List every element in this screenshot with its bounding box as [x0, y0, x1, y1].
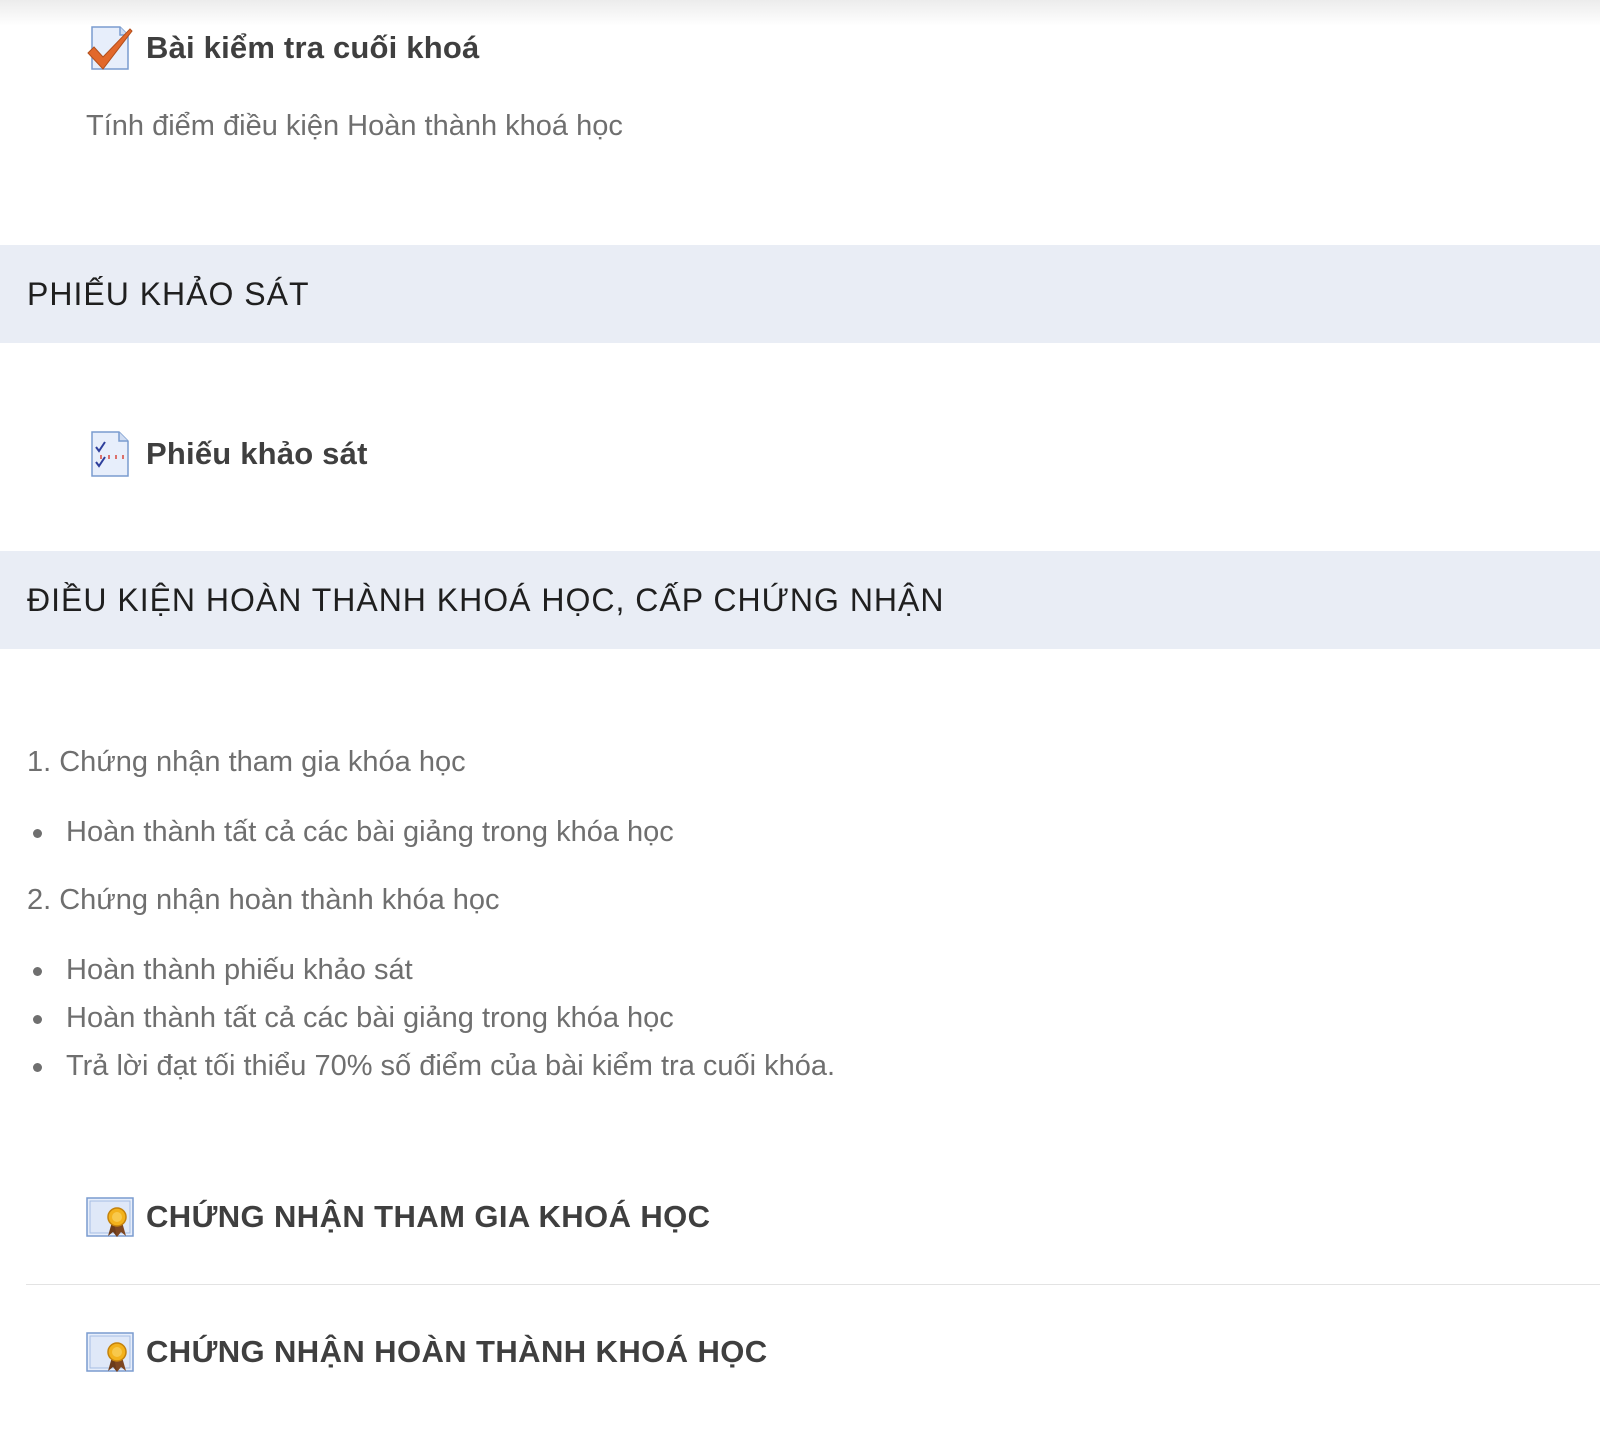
quiz-checkmark-icon: [86, 24, 134, 72]
certificate-participation-title[interactable]: CHỨNG NHẬN THAM GIA KHOÁ HỌC: [146, 1199, 710, 1235]
quiz-activity-title[interactable]: Bài kiểm tra cuối khoá: [146, 30, 479, 66]
survey-activity-title[interactable]: Phiếu khảo sát: [146, 436, 368, 472]
top-scroll-shadow: [0, 0, 1600, 26]
requirement-list: Hoàn thành phiếu khảo sát Hoàn thành tất…: [27, 946, 835, 1090]
requirement-heading: 1. Chứng nhận tham gia khóa học: [27, 746, 466, 778]
certificate-completion-link[interactable]: CHỨNG NHẬN HOÀN THÀNH KHOÁ HỌC: [86, 1328, 768, 1376]
list-item: Hoàn thành phiếu khảo sát: [27, 946, 835, 994]
quiz-activity-description: Tính điểm điều kiện Hoàn thành khoá học: [86, 110, 623, 142]
survey-form-icon: [86, 430, 134, 478]
section-header-completion: ĐIỀU KIỆN HOÀN THÀNH KHOÁ HỌC, CẤP CHỨNG…: [0, 551, 1600, 649]
section-header-survey: PHIẾU KHẢO SÁT: [0, 245, 1600, 343]
certificate-icon: [86, 1328, 134, 1376]
requirement-list: Hoàn thành tất cả các bài giảng trong kh…: [27, 808, 674, 856]
divider: [26, 1284, 1600, 1285]
certificate-completion-title[interactable]: CHỨNG NHẬN HOÀN THÀNH KHOÁ HỌC: [146, 1334, 768, 1370]
certificate-participation-link[interactable]: CHỨNG NHẬN THAM GIA KHOÁ HỌC: [86, 1193, 710, 1241]
list-item: Hoàn thành tất cả các bài giảng trong kh…: [27, 808, 674, 856]
survey-activity-link[interactable]: Phiếu khảo sát: [86, 430, 368, 478]
section-title: PHIẾU KHẢO SÁT: [27, 275, 310, 312]
certificate-icon: [86, 1193, 134, 1241]
list-item: Trả lời đạt tối thiểu 70% số điểm của bà…: [27, 1042, 835, 1090]
requirement-heading: 2. Chứng nhận hoàn thành khóa học: [27, 884, 500, 916]
quiz-activity-link[interactable]: Bài kiểm tra cuối khoá: [86, 24, 479, 72]
section-title: ĐIỀU KIỆN HOÀN THÀNH KHOÁ HỌC, CẤP CHỨNG…: [27, 581, 945, 618]
list-item: Hoàn thành tất cả các bài giảng trong kh…: [27, 994, 835, 1042]
